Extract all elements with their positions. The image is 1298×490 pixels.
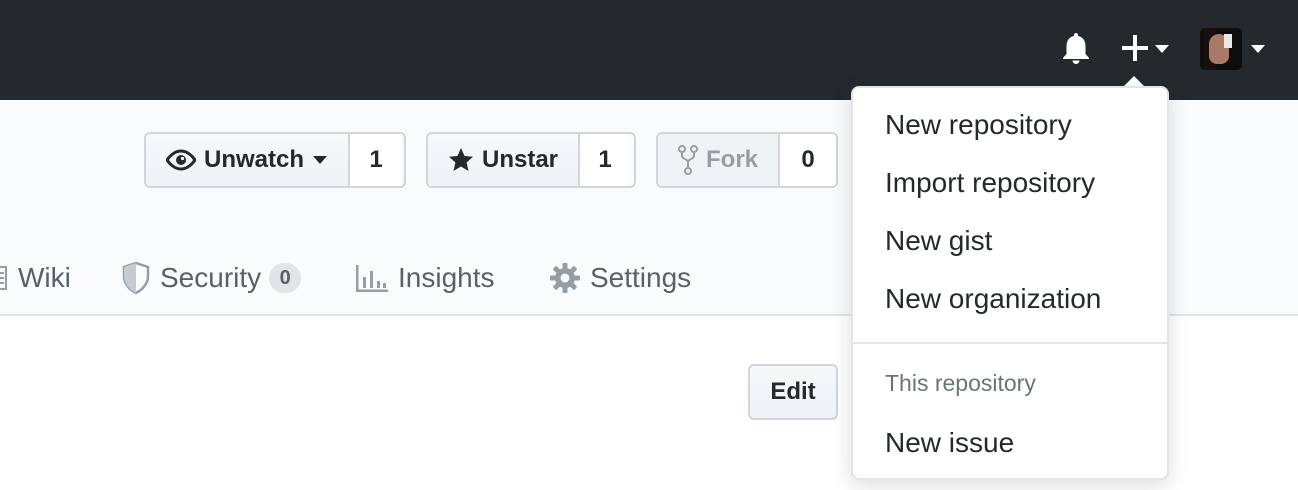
user-menu[interactable] xyxy=(1200,28,1272,72)
fork-label: Fork xyxy=(706,146,759,173)
tab-insights[interactable]: Insights xyxy=(356,250,495,306)
caret-down-icon xyxy=(1155,45,1169,53)
unstar-button[interactable]: Unstar xyxy=(428,134,581,186)
global-header xyxy=(0,0,1298,100)
tab-security[interactable]: Security 0 xyxy=(122,250,302,306)
shield-icon xyxy=(122,262,150,294)
eye-icon xyxy=(166,149,196,171)
tab-settings-label: Settings xyxy=(590,262,692,293)
fork-button[interactable]: Fork xyxy=(658,134,781,186)
plus-icon xyxy=(1122,35,1148,61)
menu-item-new-gist[interactable]: New gist xyxy=(885,216,992,266)
tab-wiki[interactable]: Wiki xyxy=(0,250,71,306)
watchers-count[interactable]: 1 xyxy=(350,134,403,186)
menu-item-new-organization[interactable]: New organization xyxy=(885,274,1101,324)
unwatch-label: Unwatch xyxy=(204,146,305,173)
book-icon xyxy=(0,266,7,290)
watch-button-group: Unwatch 1 xyxy=(144,132,406,188)
unstar-label: Unstar xyxy=(482,146,559,173)
bell-icon[interactable] xyxy=(1058,30,1094,66)
tab-wiki-label: Wiki xyxy=(18,262,71,293)
tab-settings[interactable]: Settings xyxy=(550,250,691,306)
caret-down-icon xyxy=(1251,45,1265,53)
menu-item-new-issue[interactable]: New issue xyxy=(885,418,1014,468)
graph-icon xyxy=(356,265,388,292)
create-new-dropdown[interactable] xyxy=(1120,30,1174,66)
forks-count[interactable]: 0 xyxy=(780,134,836,186)
tab-security-label: Security xyxy=(160,262,262,293)
unwatch-button[interactable]: Unwatch xyxy=(146,134,351,186)
edit-button[interactable]: Edit xyxy=(748,364,838,420)
star-button-group: Unstar 1 xyxy=(426,132,636,188)
security-counter: 0 xyxy=(269,263,302,293)
menu-divider xyxy=(853,342,1167,344)
tab-insights-label: Insights xyxy=(398,262,495,293)
repo-forked-icon xyxy=(678,145,698,175)
gear-icon xyxy=(550,263,580,293)
stargazers-count[interactable]: 1 xyxy=(580,134,631,186)
menu-item-import-repository[interactable]: Import repository xyxy=(885,158,1095,208)
menu-section-header: This repository xyxy=(885,370,1036,396)
avatar xyxy=(1200,28,1242,70)
create-new-menu: New repository Import repository New gis… xyxy=(851,86,1169,480)
menu-item-new-repository[interactable]: New repository xyxy=(885,100,1072,150)
fork-button-group: Fork 0 xyxy=(656,132,838,188)
star-icon xyxy=(449,148,473,171)
caret-down-icon xyxy=(313,156,328,164)
